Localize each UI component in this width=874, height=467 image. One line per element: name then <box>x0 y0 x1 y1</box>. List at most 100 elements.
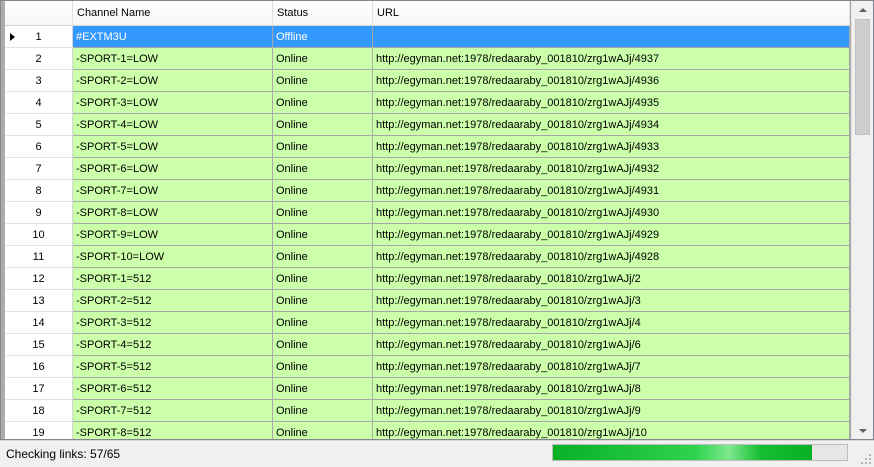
row-header[interactable]: 3 <box>5 70 73 92</box>
scrollbar-thumb[interactable] <box>855 19 870 135</box>
row-header[interactable]: 16 <box>5 356 73 378</box>
table-row[interactable]: 15 -SPORT-4=512 Online http://egyman.net:19… <box>5 334 850 356</box>
url-cell[interactable]: http://egyman.net:1978/redaaraby_001810/… <box>373 114 850 136</box>
status-cell[interactable]: Online <box>273 268 373 290</box>
row-header[interactable]: 12 <box>5 268 73 290</box>
channel-name-cell[interactable]: -SPORT-1=512 <box>73 268 273 290</box>
row-header[interactable]: 14 <box>5 312 73 334</box>
table-row[interactable]: 17 -SPORT-6=512 Online http://egyman.net:19… <box>5 378 850 400</box>
channel-name-cell[interactable]: -SPORT-7=LOW <box>73 180 273 202</box>
channel-name-cell[interactable]: -SPORT-7=512 <box>73 400 273 422</box>
row-header[interactable]: 19 <box>5 422 73 439</box>
channel-name-cell[interactable]: -SPORT-5=512 <box>73 356 273 378</box>
channel-name-cell[interactable]: -SPORT-8=LOW <box>73 202 273 224</box>
channel-name-cell[interactable]: #EXTM3U <box>73 26 273 48</box>
status-cell[interactable]: Online <box>273 70 373 92</box>
row-header[interactable]: 9 <box>5 202 73 224</box>
url-cell[interactable]: http://egyman.net:1978/redaaraby_001810/… <box>373 378 850 400</box>
row-header[interactable]: 13 <box>5 290 73 312</box>
table-row[interactable]: 13 -SPORT-2=512 Online http://egyman.net:19… <box>5 290 850 312</box>
row-header[interactable]: 4 <box>5 92 73 114</box>
table-row[interactable]: 18 -SPORT-7=512 Online http://egyman.net:19… <box>5 400 850 422</box>
channel-name-cell[interactable]: -SPORT-9=LOW <box>73 224 273 246</box>
url-cell[interactable]: http://egyman.net:1978/redaaraby_001810/… <box>373 422 850 439</box>
table-row[interactable]: 12 -SPORT-1=512 Online http://egyman.net:19… <box>5 268 850 290</box>
channel-name-cell[interactable]: -SPORT-2=LOW <box>73 70 273 92</box>
table-row[interactable]: 4 -SPORT-3=LOW Online http://egyman.net:197… <box>5 92 850 114</box>
table-row[interactable]: 19 -SPORT-8=512 Online http://egyman.net:19… <box>5 422 850 439</box>
channel-name-cell[interactable]: -SPORT-10=LOW <box>73 246 273 268</box>
table-row[interactable]: 1 #EXTM3U Offline <box>5 26 850 48</box>
url-cell[interactable]: http://egyman.net:1978/redaaraby_001810/… <box>373 246 850 268</box>
row-header[interactable]: 17 <box>5 378 73 400</box>
channel-name-cell[interactable]: -SPORT-5=LOW <box>73 136 273 158</box>
table-row[interactable]: 14 -SPORT-3=512 Online http://egyman.net:19… <box>5 312 850 334</box>
url-cell[interactable]: http://egyman.net:1978/redaaraby_001810/… <box>373 92 850 114</box>
vertical-scrollbar[interactable] <box>851 1 873 439</box>
chevron-down-icon[interactable] <box>852 422 873 439</box>
url-cell[interactable]: http://egyman.net:1978/redaaraby_001810/… <box>373 312 850 334</box>
url-cell[interactable]: http://egyman.net:1978/redaaraby_001810/… <box>373 400 850 422</box>
column-header-channel-name[interactable]: Channel Name <box>73 1 273 26</box>
table-row[interactable]: 10 -SPORT-9=LOW Online http://egyman.net:19… <box>5 224 850 246</box>
row-header[interactable]: 1 <box>5 26 73 48</box>
url-cell[interactable]: http://egyman.net:1978/redaaraby_001810/… <box>373 290 850 312</box>
status-cell[interactable]: Offline <box>273 26 373 48</box>
channel-name-cell[interactable]: -SPORT-1=LOW <box>73 48 273 70</box>
status-cell[interactable]: Online <box>273 312 373 334</box>
url-cell[interactable]: http://egyman.net:1978/redaaraby_001810/… <box>373 158 850 180</box>
resize-grip-icon[interactable] <box>859 452 871 464</box>
table-row[interactable]: 16 -SPORT-5=512 Online http://egyman.net:19… <box>5 356 850 378</box>
status-cell[interactable]: Online <box>273 48 373 70</box>
row-header[interactable]: 10 <box>5 224 73 246</box>
channel-name-cell[interactable]: -SPORT-3=LOW <box>73 92 273 114</box>
chevron-up-icon[interactable] <box>852 1 873 18</box>
url-cell[interactable]: http://egyman.net:1978/redaaraby_001810/… <box>373 70 850 92</box>
row-header[interactable]: 18 <box>5 400 73 422</box>
url-cell[interactable]: http://egyman.net:1978/redaaraby_001810/… <box>373 136 850 158</box>
channel-name-cell[interactable]: -SPORT-4=LOW <box>73 114 273 136</box>
url-cell[interactable]: http://egyman.net:1978/redaaraby_001810/… <box>373 334 850 356</box>
status-cell[interactable]: Online <box>273 92 373 114</box>
status-cell[interactable]: Online <box>273 158 373 180</box>
status-cell[interactable]: Online <box>273 334 373 356</box>
channel-name-cell[interactable]: -SPORT-3=512 <box>73 312 273 334</box>
table-row[interactable]: 8 -SPORT-7=LOW Online http://egyman.net:197… <box>5 180 850 202</box>
column-header-url[interactable]: URL <box>373 1 850 26</box>
row-header[interactable]: 11 <box>5 246 73 268</box>
table-row[interactable]: 2 -SPORT-1=LOW Online http://egyman.net:197… <box>5 48 850 70</box>
url-cell[interactable]: http://egyman.net:1978/redaaraby_001810/… <box>373 268 850 290</box>
table-row[interactable]: 6 -SPORT-5=LOW Online http://egyman.net:197… <box>5 136 850 158</box>
url-cell[interactable]: http://egyman.net:1978/redaaraby_001810/… <box>373 48 850 70</box>
status-cell[interactable]: Online <box>273 114 373 136</box>
channel-name-cell[interactable]: -SPORT-6=512 <box>73 378 273 400</box>
status-cell[interactable]: Online <box>273 246 373 268</box>
status-cell[interactable]: Online <box>273 422 373 439</box>
url-cell[interactable]: http://egyman.net:1978/redaaraby_001810/… <box>373 180 850 202</box>
channel-name-cell[interactable]: -SPORT-8=512 <box>73 422 273 439</box>
channel-name-cell[interactable]: -SPORT-6=LOW <box>73 158 273 180</box>
status-cell[interactable]: Online <box>273 224 373 246</box>
status-cell[interactable]: Online <box>273 180 373 202</box>
status-cell[interactable]: Online <box>273 378 373 400</box>
url-cell[interactable]: http://egyman.net:1978/redaaraby_001810/… <box>373 202 850 224</box>
channel-name-cell[interactable]: -SPORT-4=512 <box>73 334 273 356</box>
status-cell[interactable]: Online <box>273 290 373 312</box>
row-header[interactable]: 8 <box>5 180 73 202</box>
row-header[interactable]: 2 <box>5 48 73 70</box>
row-header[interactable]: 15 <box>5 334 73 356</box>
status-cell[interactable]: Online <box>273 136 373 158</box>
table-row[interactable]: 5 -SPORT-4=LOW Online http://egyman.net:197… <box>5 114 850 136</box>
table-row[interactable]: 9 -SPORT-8=LOW Online http://egyman.net:197… <box>5 202 850 224</box>
table-row[interactable]: 3 -SPORT-2=LOW Online http://egyman.net:197… <box>5 70 850 92</box>
row-header-corner[interactable] <box>5 1 73 26</box>
url-cell[interactable] <box>373 26 850 48</box>
url-cell[interactable]: http://egyman.net:1978/redaaraby_001810/… <box>373 356 850 378</box>
column-header-status[interactable]: Status <box>273 1 373 26</box>
row-header[interactable]: 6 <box>5 136 73 158</box>
row-header[interactable]: 5 <box>5 114 73 136</box>
channel-name-cell[interactable]: -SPORT-2=512 <box>73 290 273 312</box>
status-cell[interactable]: Online <box>273 202 373 224</box>
row-header[interactable]: 7 <box>5 158 73 180</box>
status-cell[interactable]: Online <box>273 400 373 422</box>
